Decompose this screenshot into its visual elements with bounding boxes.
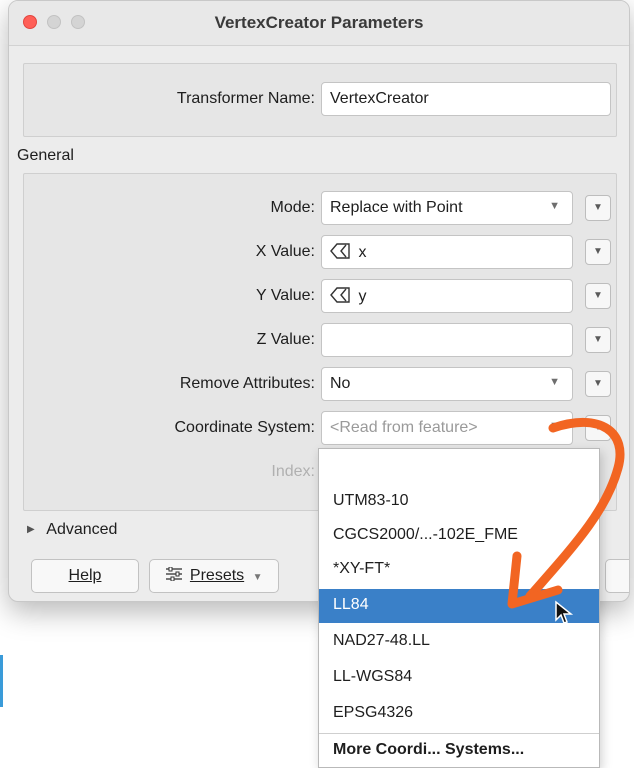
- coordinate-system-options-button[interactable]: ▼: [585, 415, 611, 441]
- mode-select[interactable]: Replace with Point ▼: [321, 191, 573, 225]
- advanced-section-toggle[interactable]: ▶ Advanced: [27, 521, 117, 539]
- help-button[interactable]: Help: [31, 559, 139, 593]
- x-value-input[interactable]: x: [321, 235, 573, 269]
- presets-label: Presets: [189, 567, 245, 584]
- y-value-options-button[interactable]: ▼: [585, 283, 611, 309]
- coordinate-system-placeholder: <Read from feature>: [330, 419, 478, 436]
- transformer-name-input[interactable]: VertexCreator: [321, 82, 611, 116]
- attribute-icon: [330, 243, 350, 259]
- coordinate-system-select[interactable]: <Read from feature> ▼: [321, 411, 573, 445]
- chevron-down-icon: ▼: [549, 200, 560, 212]
- chevron-down-icon: ▼: [549, 376, 560, 388]
- z-value-options-button[interactable]: ▼: [585, 327, 611, 353]
- transformer-name-value: VertexCreator: [330, 90, 429, 107]
- general-section-label: General: [17, 147, 74, 164]
- coordinate-system-label: Coordinate System:: [174, 419, 315, 436]
- chevron-down-icon: ▼: [252, 572, 263, 583]
- dropdown-option-empty[interactable]: [319, 451, 599, 485]
- x-value-text: x: [358, 244, 367, 261]
- dropdown-option-epsg4326[interactable]: EPSG4326: [319, 697, 599, 731]
- chevron-down-icon: ▼: [549, 420, 560, 432]
- mode-options-button[interactable]: ▼: [585, 195, 611, 221]
- left-edge-accent: [0, 655, 3, 707]
- window-title: VertexCreator Parameters: [214, 13, 424, 32]
- mode-label: Mode:: [270, 199, 315, 216]
- dropdown-option-ll-wgs84[interactable]: LL-WGS84: [319, 661, 599, 695]
- remove-attributes-select[interactable]: No ▼: [321, 367, 573, 401]
- dropdown-option-utm83-10[interactable]: UTM83-10: [319, 485, 599, 519]
- dropdown-option-more-systems[interactable]: More Coordi... Systems...: [319, 733, 599, 767]
- z-value-input[interactable]: [321, 323, 573, 357]
- y-value-input[interactable]: y: [321, 279, 573, 313]
- ok-button-partial[interactable]: [605, 559, 629, 593]
- index-label: Index:: [271, 463, 315, 480]
- dropdown-option-cgcs2000[interactable]: CGCS2000/...-102E_FME: [319, 519, 599, 553]
- transformer-name-label: Transformer Name:: [176, 90, 315, 107]
- y-value-label: Y Value:: [255, 287, 315, 304]
- remove-attributes-value: No: [330, 375, 351, 392]
- title-bar: VertexCreator Parameters: [9, 1, 629, 46]
- attribute-icon: [330, 287, 350, 303]
- x-value-label: X Value:: [255, 243, 315, 260]
- help-label: Help: [68, 567, 102, 584]
- mode-value: Replace with Point: [330, 199, 463, 216]
- mouse-pointer-icon: [555, 600, 574, 624]
- advanced-label: Advanced: [46, 521, 118, 538]
- remove-attributes-options-button[interactable]: ▼: [585, 371, 611, 397]
- x-value-options-button[interactable]: ▼: [585, 239, 611, 265]
- presets-button[interactable]: Presets ▼: [149, 559, 279, 593]
- y-value-text: y: [358, 288, 367, 305]
- z-value-label: Z Value:: [256, 331, 315, 348]
- remove-attributes-label: Remove Attributes:: [179, 375, 315, 392]
- disclosure-triangle-icon: ▶: [27, 524, 35, 535]
- dropdown-option-xy-ft[interactable]: *XY-FT*: [319, 553, 599, 587]
- dropdown-option-nad27-48-ll[interactable]: NAD27-48.LL: [319, 625, 599, 659]
- presets-icon: [166, 566, 183, 582]
